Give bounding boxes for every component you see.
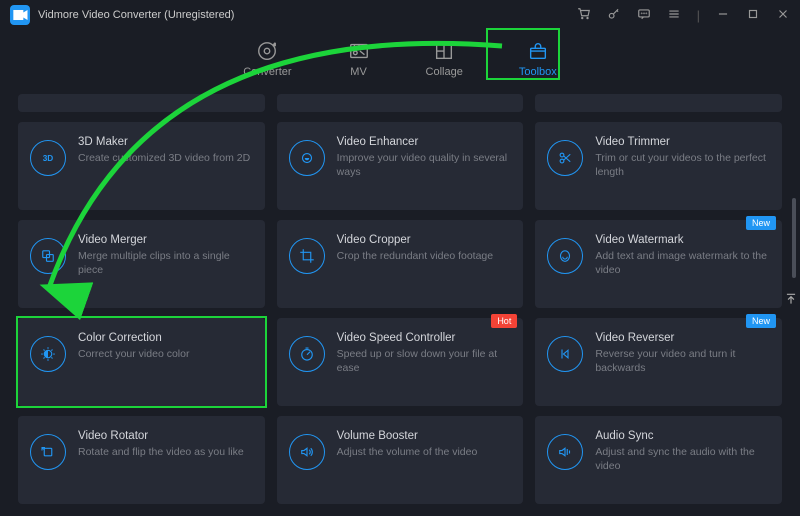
toolbox-content: 3D 3D Maker Create customized 3D video fro… [0,94,800,504]
tool-card-3d[interactable]: 3D 3D Maker Create customized 3D video fro… [18,122,265,210]
3d-icon: 3D [30,140,66,176]
tool-desc: Rotate and flip the video as you like [78,445,251,459]
trimmer-icon [547,140,583,176]
minimize-icon[interactable] [716,7,730,24]
card-stub [535,94,782,112]
tool-card-reverser[interactable]: NewVideo ReverserReverse your video and … [535,318,782,406]
titlebar: Vidmore Video Converter (Unregistered) | [0,0,800,30]
main-tabs: Converter MV Collage Toolbox [0,30,800,94]
tool-desc: Add text and image watermark to the vide… [595,249,768,277]
tool-desc: Trim or cut your videos to the perfect l… [595,151,768,179]
tool-desc: Adjust and sync the audio with the video [595,445,768,473]
tool-title: Video Merger [78,234,251,246]
watermark-icon [547,238,583,274]
badge-new: New [746,314,776,328]
tab-label: Converter [243,66,291,78]
tab-label: Toolbox [519,66,557,78]
scroll-top-icon[interactable] [784,292,798,309]
tool-title: Audio Sync [595,430,768,442]
tab-label: MV [350,66,367,78]
cropper-icon [289,238,325,274]
tool-desc: Speed up or slow down your file at ease [337,347,510,375]
window-title: Vidmore Video Converter (Unregistered) [38,9,577,21]
enhancer-icon [289,140,325,176]
tool-desc: Improve your video quality in several wa… [337,151,510,179]
tool-title: Video Speed Controller [337,332,510,344]
rotator-icon [30,434,66,470]
card-stub [277,94,524,112]
card-stub [18,94,265,112]
tool-card-trimmer[interactable]: Video Trimmer Trim or cut your videos to … [535,122,782,210]
menu-icon[interactable] [667,7,681,24]
tool-card-rotator[interactable]: Video Rotator Rotate and flip the video a… [18,416,265,504]
tool-title: Video Cropper [337,234,510,246]
key-icon[interactable] [607,7,621,24]
tool-desc: Reverse your video and turn it backwards [595,347,768,375]
tool-title: Video Watermark [595,234,768,246]
tool-title: Video Enhancer [337,136,510,148]
tool-card-watermark[interactable]: NewVideo WatermarkAdd text and image wat… [535,220,782,308]
merger-icon [30,238,66,274]
volume-icon [289,434,325,470]
close-icon[interactable] [776,7,790,24]
tool-desc: Create customized 3D video from 2D [78,151,251,165]
tool-title: Video Rotator [78,430,251,442]
svg-text:3D: 3D [43,154,54,163]
tab-toolbox[interactable]: Toolbox [511,36,565,82]
badge-hot: Hot [491,314,517,328]
tool-desc: Crop the redundant video footage [337,249,510,263]
tool-title: Video Reverser [595,332,768,344]
window-controls: | [577,7,790,24]
tab-label: Collage [426,66,463,78]
tool-title: Video Trimmer [595,136,768,148]
tool-card-speed[interactable]: HotVideo Speed ControllerSpeed up or slo… [277,318,524,406]
tool-desc: Adjust the volume of the video [337,445,510,459]
app-logo [10,5,30,25]
tool-card-merger[interactable]: Video Merger Merge multiple clips into a … [18,220,265,308]
maximize-icon[interactable] [746,7,760,24]
feedback-icon[interactable] [637,7,651,24]
tool-title: Volume Booster [337,430,510,442]
cart-icon[interactable] [577,7,591,24]
audiosync-icon [547,434,583,470]
tool-card-cropper[interactable]: Video Cropper Crop the redundant video fo… [277,220,524,308]
badge-new: New [746,216,776,230]
reverser-icon [547,336,583,372]
speed-icon [289,336,325,372]
tool-card-volume[interactable]: Volume Booster Adjust the volume of the v… [277,416,524,504]
tool-desc: Correct your video color [78,347,251,361]
tool-card-color[interactable]: Color Correction Correct your video color [18,318,265,406]
tool-card-enhancer[interactable]: Video Enhancer Improve your video quality… [277,122,524,210]
tab-converter[interactable]: Converter [235,36,299,82]
tab-collage[interactable]: Collage [418,36,471,82]
tab-mv[interactable]: MV [340,36,378,82]
color-icon [30,336,66,372]
tool-desc: Merge multiple clips into a single piece [78,249,251,277]
tool-title: 3D Maker [78,136,251,148]
tool-title: Color Correction [78,332,251,344]
tool-card-audiosync[interactable]: Audio Sync Adjust and sync the audio with… [535,416,782,504]
scrollbar[interactable] [792,198,796,278]
